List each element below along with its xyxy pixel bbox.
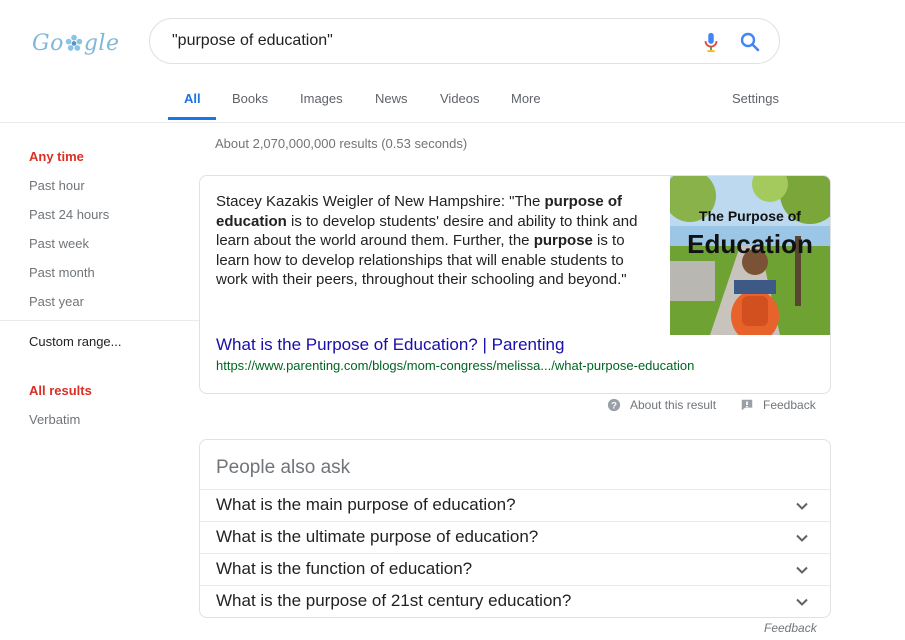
- tab-images[interactable]: Images: [300, 91, 343, 106]
- svg-text:?: ?: [611, 401, 617, 412]
- paa-question-text: What is the function of education?: [216, 559, 473, 578]
- active-tab-indicator: [168, 117, 216, 120]
- snippet-text-part: Stacey Kazakis Weigler of New Hampshire:…: [216, 193, 545, 210]
- flower-icon: [65, 34, 83, 51]
- chevron-down-icon: [796, 502, 808, 510]
- snippet-text: Stacey Kazakis Weigler of New Hampshire:…: [216, 192, 646, 290]
- chevron-down-icon: [796, 566, 808, 574]
- snippet-feedback-label: Feedback: [763, 398, 816, 412]
- paa-question-text: What is the main purpose of education?: [216, 495, 516, 514]
- paa-title: People also ask: [216, 457, 351, 478]
- tab-videos[interactable]: Videos: [440, 91, 480, 106]
- microphone-icon[interactable]: [700, 31, 722, 53]
- paa-question-text: What is the ultimate purpose of educatio…: [216, 527, 539, 546]
- logo-text-right: gle: [83, 30, 120, 56]
- search-input[interactable]: [172, 32, 672, 50]
- paa-question[interactable]: What is the function of education?: [200, 553, 830, 586]
- result-stats: About 2,070,000,000 results (0.53 second…: [215, 136, 468, 151]
- filter-past-24-hours[interactable]: Past 24 hours: [29, 207, 109, 222]
- snippet-image-picture: The Purpose of Education: [670, 176, 830, 335]
- about-this-result-label: About this result: [630, 398, 717, 412]
- filter-verbatim[interactable]: Verbatim: [29, 412, 80, 427]
- logo-text-left: Go: [32, 30, 64, 56]
- search-box[interactable]: [149, 18, 780, 64]
- search-tabs: All Books Images News Videos More Settin…: [0, 88, 905, 123]
- filter-any-time[interactable]: Any time: [29, 149, 84, 164]
- google-logo[interactable]: Go gle: [32, 28, 119, 58]
- chevron-down-icon: [796, 534, 808, 542]
- tab-books[interactable]: Books: [232, 91, 268, 106]
- tab-all[interactable]: All: [184, 91, 201, 106]
- paa-question[interactable]: What is the main purpose of education?: [200, 489, 830, 522]
- filter-past-hour[interactable]: Past hour: [29, 178, 85, 193]
- filter-past-week[interactable]: Past week: [29, 236, 89, 251]
- tab-more[interactable]: More: [511, 91, 541, 106]
- featured-snippet: Stacey Kazakis Weigler of New Hampshire:…: [199, 175, 831, 394]
- filter-all-results[interactable]: All results: [29, 383, 92, 398]
- settings-link[interactable]: Settings: [732, 91, 779, 106]
- filter-past-year[interactable]: Past year: [29, 294, 84, 309]
- help-icon: ?: [607, 398, 621, 412]
- image-title-line-2: Education: [687, 229, 813, 259]
- filter-past-month[interactable]: Past month: [29, 265, 95, 280]
- paa-question[interactable]: What is the purpose of 21st century educ…: [200, 585, 830, 618]
- paa-question-text: What is the purpose of 21st century educ…: [216, 591, 572, 610]
- sidebar-divider: [0, 320, 199, 321]
- snippet-bold-term: purpose: [533, 232, 593, 249]
- paa-feedback[interactable]: Feedback: [764, 621, 817, 635]
- people-also-ask: People also ask What is the main purpose…: [199, 439, 831, 618]
- snippet-title-link[interactable]: What is the Purpose of Education? | Pare…: [216, 335, 564, 355]
- feedback-icon: [741, 399, 753, 411]
- tab-news[interactable]: News: [375, 91, 408, 106]
- image-title-line-1: The Purpose of: [699, 208, 801, 224]
- search-icon[interactable]: [738, 30, 762, 54]
- chevron-down-icon: [796, 598, 808, 606]
- paa-question[interactable]: What is the ultimate purpose of educatio…: [200, 521, 830, 554]
- snippet-image[interactable]: The Purpose of Education: [670, 176, 830, 335]
- snippet-url: https://www.parenting.com/blogs/mom-cong…: [216, 358, 695, 373]
- filter-custom-range[interactable]: Custom range...: [29, 334, 122, 349]
